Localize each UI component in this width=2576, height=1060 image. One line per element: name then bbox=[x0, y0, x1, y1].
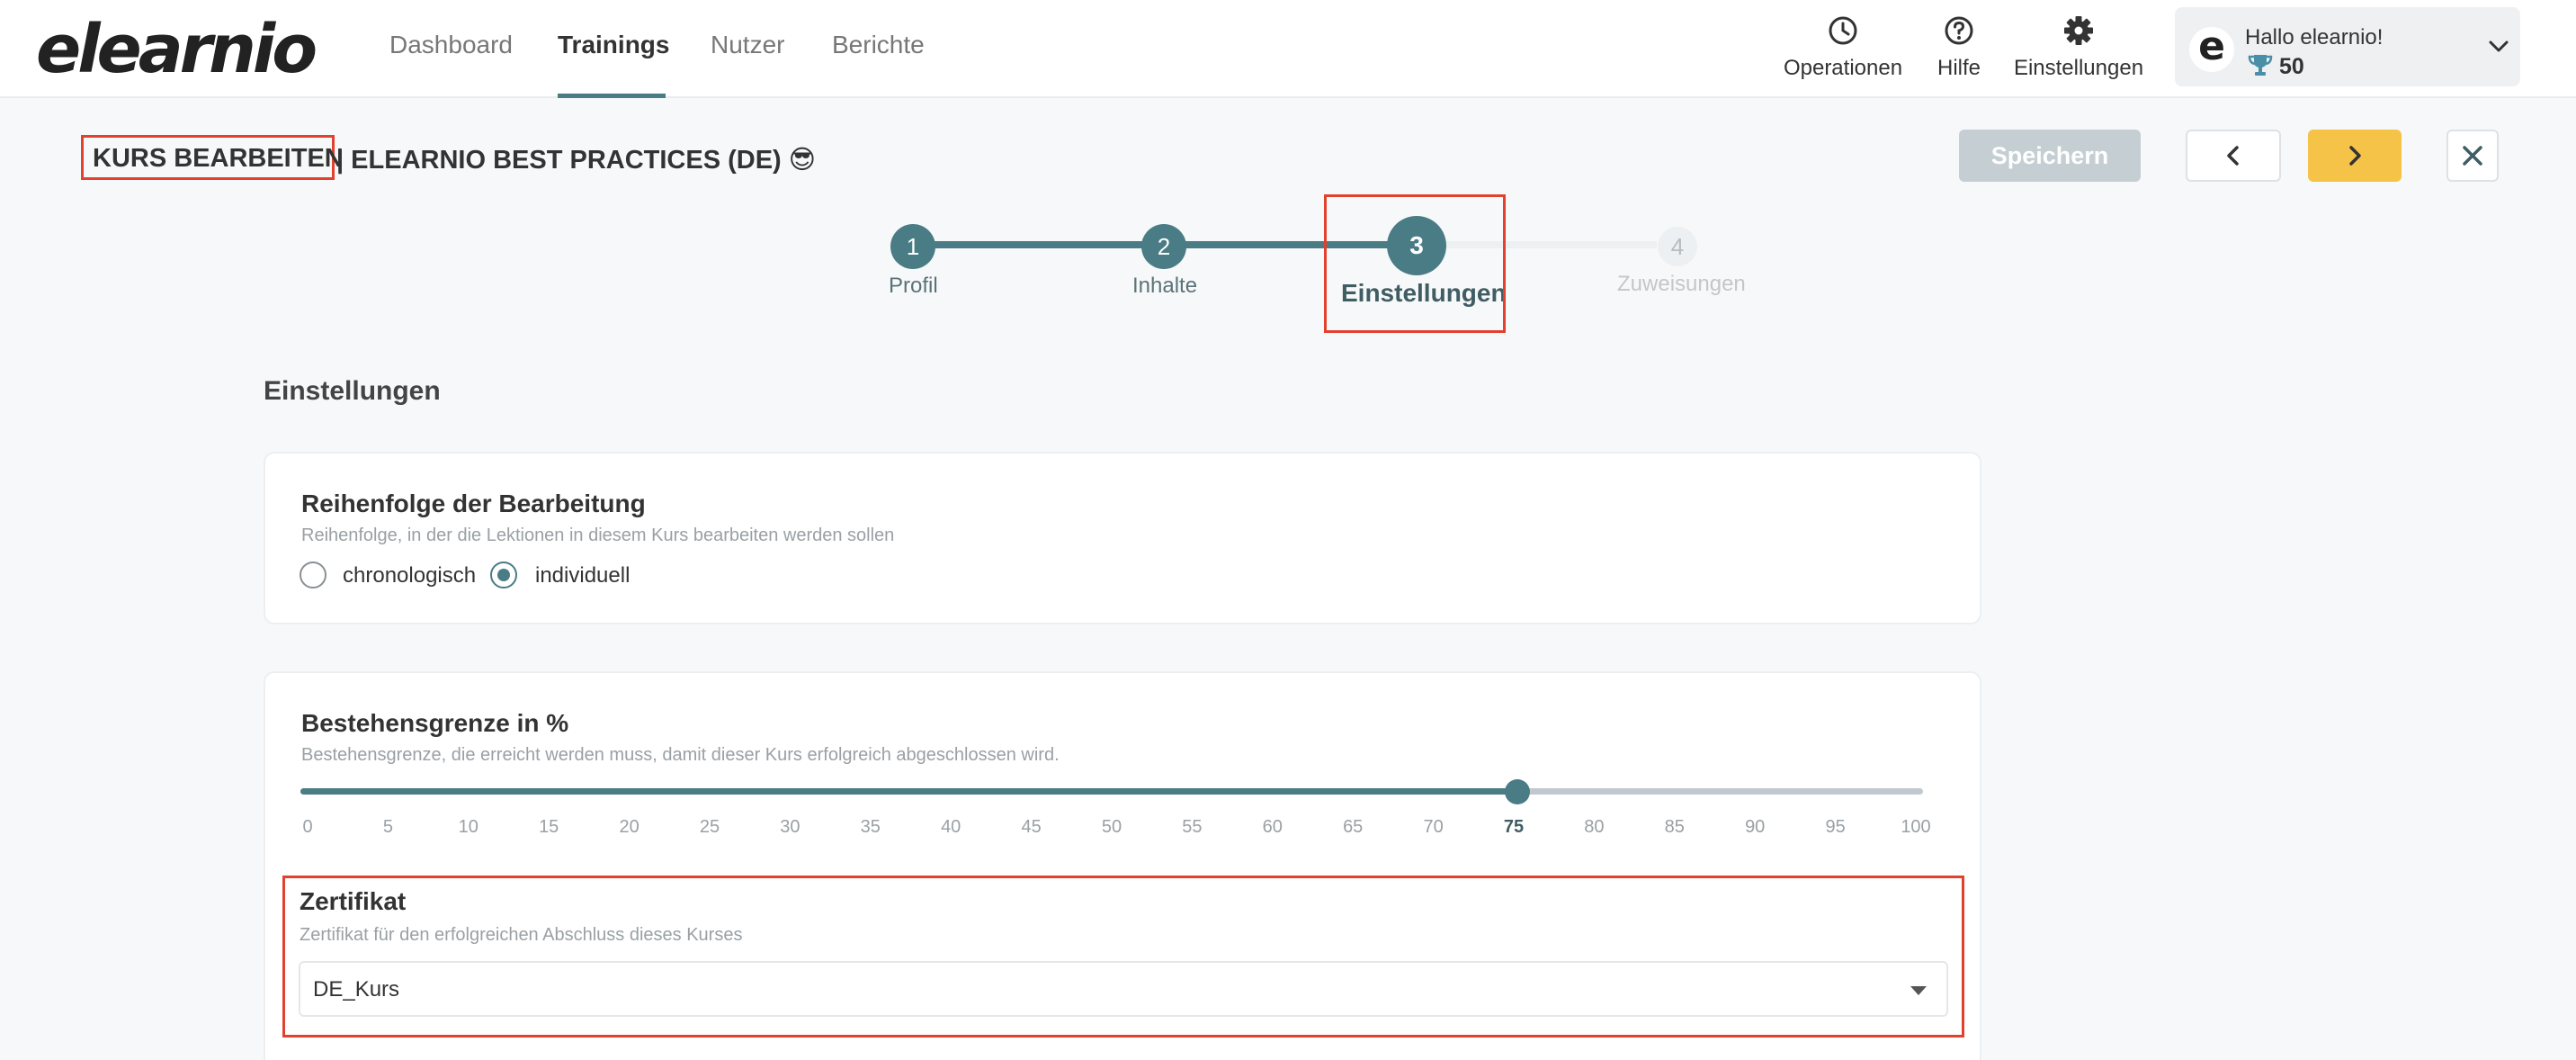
next-step-button[interactable] bbox=[2308, 130, 2402, 182]
help-circle-icon bbox=[1945, 16, 1973, 45]
step-1-circle[interactable]: 1 bbox=[890, 224, 935, 269]
top-header: elearnio Dashboard Trainings Nutzer Beri… bbox=[0, 0, 2576, 98]
threshold-slider-handle[interactable] bbox=[1505, 779, 1530, 804]
radio-chronological-label[interactable]: chronologisch bbox=[343, 563, 476, 588]
threshold-tick-label[interactable]: 10 bbox=[459, 817, 479, 838]
step-4-label: Zuweisungen bbox=[1617, 272, 1746, 296]
threshold-tick-label[interactable]: 80 bbox=[1584, 817, 1604, 838]
threshold-tick-label[interactable]: 90 bbox=[1745, 817, 1765, 838]
threshold-tick-label[interactable]: 5 bbox=[383, 817, 393, 838]
avatar: e bbox=[2189, 27, 2234, 72]
stepper-line-1-2 bbox=[913, 241, 1151, 248]
help-button[interactable]: Hilfe bbox=[1934, 13, 1984, 81]
radio-individual-label[interactable]: individuell bbox=[535, 563, 630, 588]
page-title-course: | ELEARNIO BEST PRACTICES (DE) 😎 bbox=[336, 146, 816, 175]
certificate-select[interactable]: DE_Kurs bbox=[299, 961, 1948, 1017]
threshold-tick-label[interactable]: 85 bbox=[1665, 817, 1685, 838]
nav-berichte[interactable]: Berichte bbox=[832, 31, 925, 59]
nav-nutzer[interactable]: Nutzer bbox=[711, 31, 784, 59]
certificate-selected-value: DE_Kurs bbox=[313, 977, 400, 1002]
user-greeting: Hallo elearnio! bbox=[2245, 25, 2384, 49]
clock-icon bbox=[1829, 16, 1857, 45]
close-icon bbox=[2463, 146, 2482, 166]
chevron-down-icon[interactable] bbox=[2488, 40, 2509, 54]
section-title: Einstellungen bbox=[264, 376, 441, 406]
order-card: Reihenfolge der Bearbeitung Reihenfolge,… bbox=[264, 452, 1981, 624]
threshold-title: Bestehensgrenze in % bbox=[301, 709, 569, 737]
threshold-tick-label[interactable]: 15 bbox=[539, 817, 559, 838]
step-4-circle[interactable]: 4 bbox=[1658, 227, 1697, 266]
operations-button[interactable]: Operationen bbox=[1783, 13, 1903, 81]
threshold-tick-label[interactable]: 65 bbox=[1343, 817, 1363, 838]
step-2-label: Inhalte bbox=[1132, 274, 1198, 298]
order-card-subtitle: Reihenfolge, in der die Lektionen in die… bbox=[301, 526, 895, 545]
settings-label: Einstellungen bbox=[2013, 56, 2144, 80]
threshold-tick-label[interactable]: 60 bbox=[1263, 817, 1283, 838]
gear-icon bbox=[2064, 16, 2093, 45]
radio-individual[interactable] bbox=[490, 561, 517, 588]
order-card-title: Reihenfolge der Bearbeitung bbox=[301, 490, 646, 517]
current-step-highlight-box bbox=[1324, 194, 1506, 333]
close-button[interactable] bbox=[2446, 130, 2499, 182]
threshold-tick-label[interactable]: 0 bbox=[302, 817, 312, 838]
chevron-right-icon bbox=[2349, 146, 2361, 166]
caret-down-icon bbox=[1910, 986, 1927, 995]
step-1-label: Profil bbox=[889, 274, 938, 298]
certificate-title: Zertifikat bbox=[300, 887, 407, 915]
nav-trainings[interactable]: Trainings bbox=[558, 31, 669, 59]
threshold-tick-label[interactable]: 70 bbox=[1423, 817, 1443, 838]
threshold-tick-label[interactable]: 25 bbox=[700, 817, 720, 838]
previous-step-button[interactable] bbox=[2186, 130, 2281, 182]
elearnio-logo[interactable]: elearnio bbox=[36, 11, 318, 88]
trophy-icon bbox=[2248, 55, 2273, 76]
certificate-subtitle: Zertifikat für den erfolgreichen Abschlu… bbox=[300, 925, 743, 945]
user-menu[interactable]: e Hallo elearnio! 50 bbox=[2175, 7, 2520, 86]
user-points: 50 bbox=[2279, 54, 2304, 79]
operations-label: Operationen bbox=[1783, 56, 1903, 80]
settings-button[interactable]: Einstellungen bbox=[2013, 13, 2144, 81]
save-button[interactable]: Speichern bbox=[1959, 130, 2141, 182]
threshold-tick-label[interactable]: 20 bbox=[619, 817, 639, 838]
threshold-slider-fill bbox=[300, 788, 1517, 795]
radio-chronological[interactable] bbox=[300, 561, 326, 588]
help-label: Hilfe bbox=[1936, 56, 1981, 80]
threshold-tick-label[interactable]: 100 bbox=[1901, 817, 1930, 838]
threshold-tick-label[interactable]: 75 bbox=[1504, 817, 1524, 838]
threshold-subtitle: Bestehensgrenze, die erreicht werden mus… bbox=[301, 745, 1060, 765]
nav-dashboard[interactable]: Dashboard bbox=[389, 31, 513, 59]
threshold-tick-label[interactable]: 50 bbox=[1102, 817, 1122, 838]
threshold-tick-label[interactable]: 55 bbox=[1182, 817, 1202, 838]
chevron-left-icon bbox=[2227, 146, 2239, 166]
active-nav-indicator bbox=[558, 94, 666, 98]
threshold-slider-track[interactable] bbox=[300, 779, 1923, 804]
threshold-tick-label[interactable]: 95 bbox=[1825, 817, 1845, 838]
step-2-circle[interactable]: 2 bbox=[1141, 224, 1186, 269]
threshold-tick-label[interactable]: 40 bbox=[941, 817, 961, 838]
threshold-tick-label[interactable]: 45 bbox=[1021, 817, 1041, 838]
page-title-prefix: KURS BEARBEITEN bbox=[93, 144, 344, 173]
threshold-tick-label[interactable]: 30 bbox=[780, 817, 800, 838]
threshold-tick-label[interactable]: 35 bbox=[861, 817, 881, 838]
